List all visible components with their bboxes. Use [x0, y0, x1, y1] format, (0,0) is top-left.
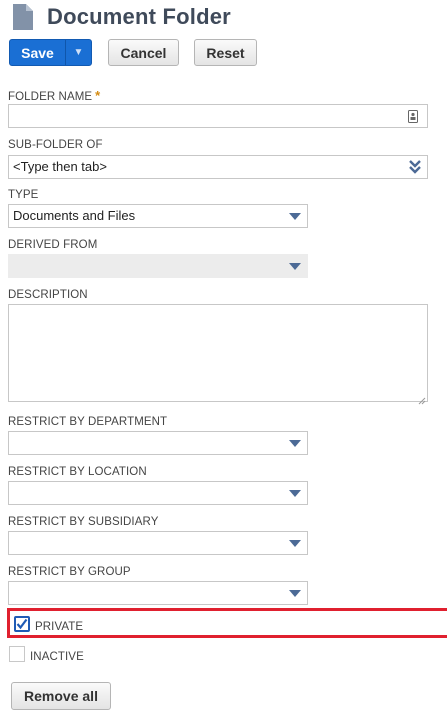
restrict-subsidiary-select[interactable] — [8, 531, 308, 555]
save-button[interactable]: Save — [10, 40, 65, 65]
type-label: TYPE — [8, 189, 39, 201]
sub-folder-input[interactable]: <Type then tab> — [8, 155, 428, 179]
folder-name-value — [9, 108, 13, 123]
contact-card-icon[interactable] — [408, 110, 418, 123]
required-marker: * — [95, 88, 101, 103]
remove-all-button[interactable]: Remove all — [11, 682, 111, 710]
folder-name-label: FOLDER NAME * — [8, 88, 100, 103]
page-title: Document Folder — [47, 4, 231, 29]
dropdown-arrow-icon — [289, 540, 301, 547]
type-value: Documents and Files — [13, 208, 136, 223]
restrict-location-select[interactable] — [8, 481, 308, 505]
restrict-subsidiary-value — [9, 535, 13, 550]
restrict-group-select[interactable] — [8, 581, 308, 605]
resize-grip-icon[interactable] — [418, 392, 426, 405]
restrict-department-value — [9, 435, 13, 450]
restrict-department-label: RESTRICT BY DEPARTMENT — [8, 416, 168, 428]
dropdown-arrow-icon — [289, 590, 301, 597]
dropdown-arrow-icon — [289, 490, 301, 497]
document-icon — [12, 4, 34, 30]
reset-button[interactable]: Reset — [194, 39, 257, 66]
derived-from-label: DERIVED FROM — [8, 239, 98, 251]
restrict-location-label: RESTRICT BY LOCATION — [8, 466, 147, 478]
dropdown-arrow-icon — [289, 440, 301, 447]
sub-folder-label: SUB-FOLDER OF — [8, 139, 103, 151]
private-checkbox[interactable] — [14, 616, 30, 632]
dropdown-arrow-icon — [289, 263, 301, 270]
restrict-group-value — [9, 585, 13, 600]
folder-name-input[interactable] — [8, 104, 428, 128]
chevron-down-icon: ▼ — [73, 47, 84, 58]
inactive-label: INACTIVE — [30, 651, 84, 663]
derived-from-select — [8, 254, 308, 278]
restrict-location-value — [9, 485, 13, 500]
restrict-subsidiary-label: RESTRICT BY SUBSIDIARY — [8, 516, 159, 528]
inactive-checkbox[interactable] — [9, 646, 25, 662]
restrict-department-select[interactable] — [8, 431, 308, 455]
restrict-group-label: RESTRICT BY GROUP — [8, 566, 131, 578]
private-label: PRIVATE — [35, 621, 84, 633]
sub-folder-value: <Type then tab> — [13, 159, 107, 174]
double-chevron-down-icon[interactable] — [408, 159, 422, 175]
derived-from-value — [9, 258, 13, 273]
description-label: DESCRIPTION — [8, 289, 88, 301]
checkmark-icon — [16, 618, 28, 630]
save-options-dropdown[interactable]: ▼ — [65, 40, 91, 65]
save-button-group[interactable]: Save ▼ — [9, 39, 92, 66]
folder-name-label-text: FOLDER NAME — [8, 91, 93, 103]
dropdown-arrow-icon — [289, 213, 301, 220]
description-value — [9, 308, 13, 323]
type-select[interactable]: Documents and Files — [8, 204, 308, 228]
description-textarea[interactable] — [8, 304, 428, 405]
cancel-button[interactable]: Cancel — [108, 39, 179, 66]
